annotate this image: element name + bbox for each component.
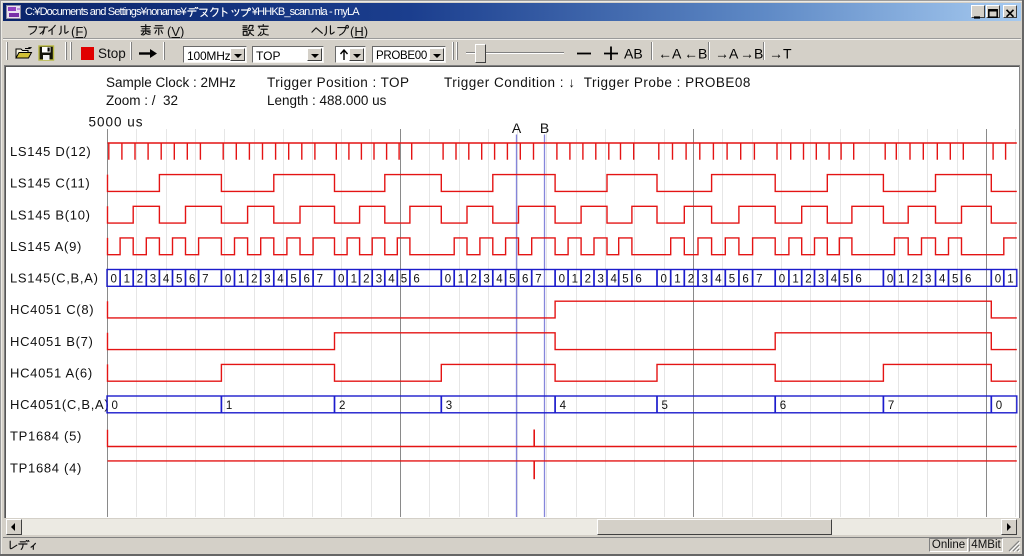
svg-text:5: 5 <box>622 273 628 285</box>
svg-text:4: 4 <box>715 273 722 285</box>
svg-text:7: 7 <box>202 273 208 285</box>
svg-text:1: 1 <box>238 273 244 285</box>
svg-text:1: 1 <box>674 273 680 285</box>
svg-text:3: 3 <box>150 273 156 285</box>
svg-text:0: 0 <box>111 273 117 285</box>
svg-text:3: 3 <box>376 273 382 285</box>
svg-text:5: 5 <box>729 273 735 285</box>
svg-text:5: 5 <box>290 273 296 285</box>
svg-text:HC4051 C(8): HC4051 C(8) <box>10 302 94 317</box>
svg-text:5000 us: 5000 us <box>88 115 143 130</box>
svg-text:A: A <box>512 120 522 136</box>
svg-text:0: 0 <box>338 273 344 285</box>
svg-text:LS145(C,B,A): LS145(C,B,A) <box>10 271 99 286</box>
svg-text:6: 6 <box>304 273 310 285</box>
svg-text:6: 6 <box>855 273 861 285</box>
svg-text:HC4051 B(7): HC4051 B(7) <box>10 334 94 349</box>
svg-text:2: 2 <box>251 273 257 285</box>
svg-text:7: 7 <box>756 273 762 285</box>
svg-text:6: 6 <box>780 400 786 412</box>
svg-text:3: 3 <box>446 400 452 412</box>
svg-text:3: 3 <box>264 273 270 285</box>
svg-text:TP1684 (5): TP1684 (5) <box>10 429 82 444</box>
svg-text:0: 0 <box>112 400 118 412</box>
svg-text:7: 7 <box>535 273 541 285</box>
svg-text:6: 6 <box>413 273 419 285</box>
svg-text:4: 4 <box>831 273 838 285</box>
svg-text:3: 3 <box>598 273 604 285</box>
svg-text:4: 4 <box>496 273 503 285</box>
svg-text:0: 0 <box>559 273 565 285</box>
svg-text:2: 2 <box>137 273 143 285</box>
svg-text:2: 2 <box>585 273 591 285</box>
svg-text:0: 0 <box>445 273 451 285</box>
svg-text:LS145 B(10): LS145 B(10) <box>10 207 91 222</box>
svg-text:4: 4 <box>939 273 946 285</box>
svg-text:2: 2 <box>471 273 477 285</box>
svg-text:1: 1 <box>458 273 464 285</box>
svg-text:2: 2 <box>805 273 811 285</box>
svg-text:0: 0 <box>779 273 785 285</box>
svg-text:5: 5 <box>509 273 515 285</box>
svg-text:LS145 D(12): LS145 D(12) <box>10 144 91 159</box>
svg-text:6: 6 <box>522 273 528 285</box>
svg-text:1: 1 <box>792 273 798 285</box>
svg-text:1: 1 <box>572 273 578 285</box>
svg-text:0: 0 <box>887 273 893 285</box>
svg-text:6: 6 <box>189 273 195 285</box>
svg-text:3: 3 <box>483 273 489 285</box>
svg-text:4: 4 <box>611 273 618 285</box>
svg-text:7: 7 <box>888 400 894 412</box>
svg-text:4: 4 <box>277 273 284 285</box>
svg-text:0: 0 <box>661 273 667 285</box>
svg-text:0: 0 <box>225 273 231 285</box>
svg-text:4: 4 <box>388 273 395 285</box>
svg-text:5: 5 <box>662 400 668 412</box>
svg-text:LS145 C(11): LS145 C(11) <box>10 176 90 191</box>
svg-text:1: 1 <box>124 273 130 285</box>
svg-text:6: 6 <box>965 273 971 285</box>
svg-text:3: 3 <box>702 273 708 285</box>
svg-text:5: 5 <box>401 273 407 285</box>
svg-text:2: 2 <box>363 273 369 285</box>
svg-text:3: 3 <box>818 273 824 285</box>
svg-text:LS145 A(9): LS145 A(9) <box>10 239 82 254</box>
svg-text:4: 4 <box>560 400 567 412</box>
svg-text:5: 5 <box>843 273 849 285</box>
svg-text:7: 7 <box>317 273 323 285</box>
svg-text:HC4051 A(6): HC4051 A(6) <box>10 365 93 380</box>
svg-text:2: 2 <box>688 273 694 285</box>
svg-text:2: 2 <box>339 400 345 412</box>
svg-text:0: 0 <box>995 273 1001 285</box>
svg-text:1: 1 <box>898 273 904 285</box>
svg-text:3: 3 <box>925 273 931 285</box>
svg-text:5: 5 <box>176 273 182 285</box>
svg-text:1: 1 <box>351 273 357 285</box>
svg-text:TP1684 (4): TP1684 (4) <box>10 460 82 475</box>
svg-text:1: 1 <box>226 400 232 412</box>
svg-text:4: 4 <box>163 273 170 285</box>
svg-text:5: 5 <box>952 273 958 285</box>
svg-text:6: 6 <box>635 273 641 285</box>
svg-text:0: 0 <box>996 400 1002 412</box>
svg-text:HC4051(C,B,A): HC4051(C,B,A) <box>10 397 109 412</box>
svg-text:2: 2 <box>912 273 918 285</box>
svg-text:B: B <box>540 120 549 136</box>
svg-text:1: 1 <box>1007 273 1013 285</box>
svg-text:6: 6 <box>742 273 748 285</box>
